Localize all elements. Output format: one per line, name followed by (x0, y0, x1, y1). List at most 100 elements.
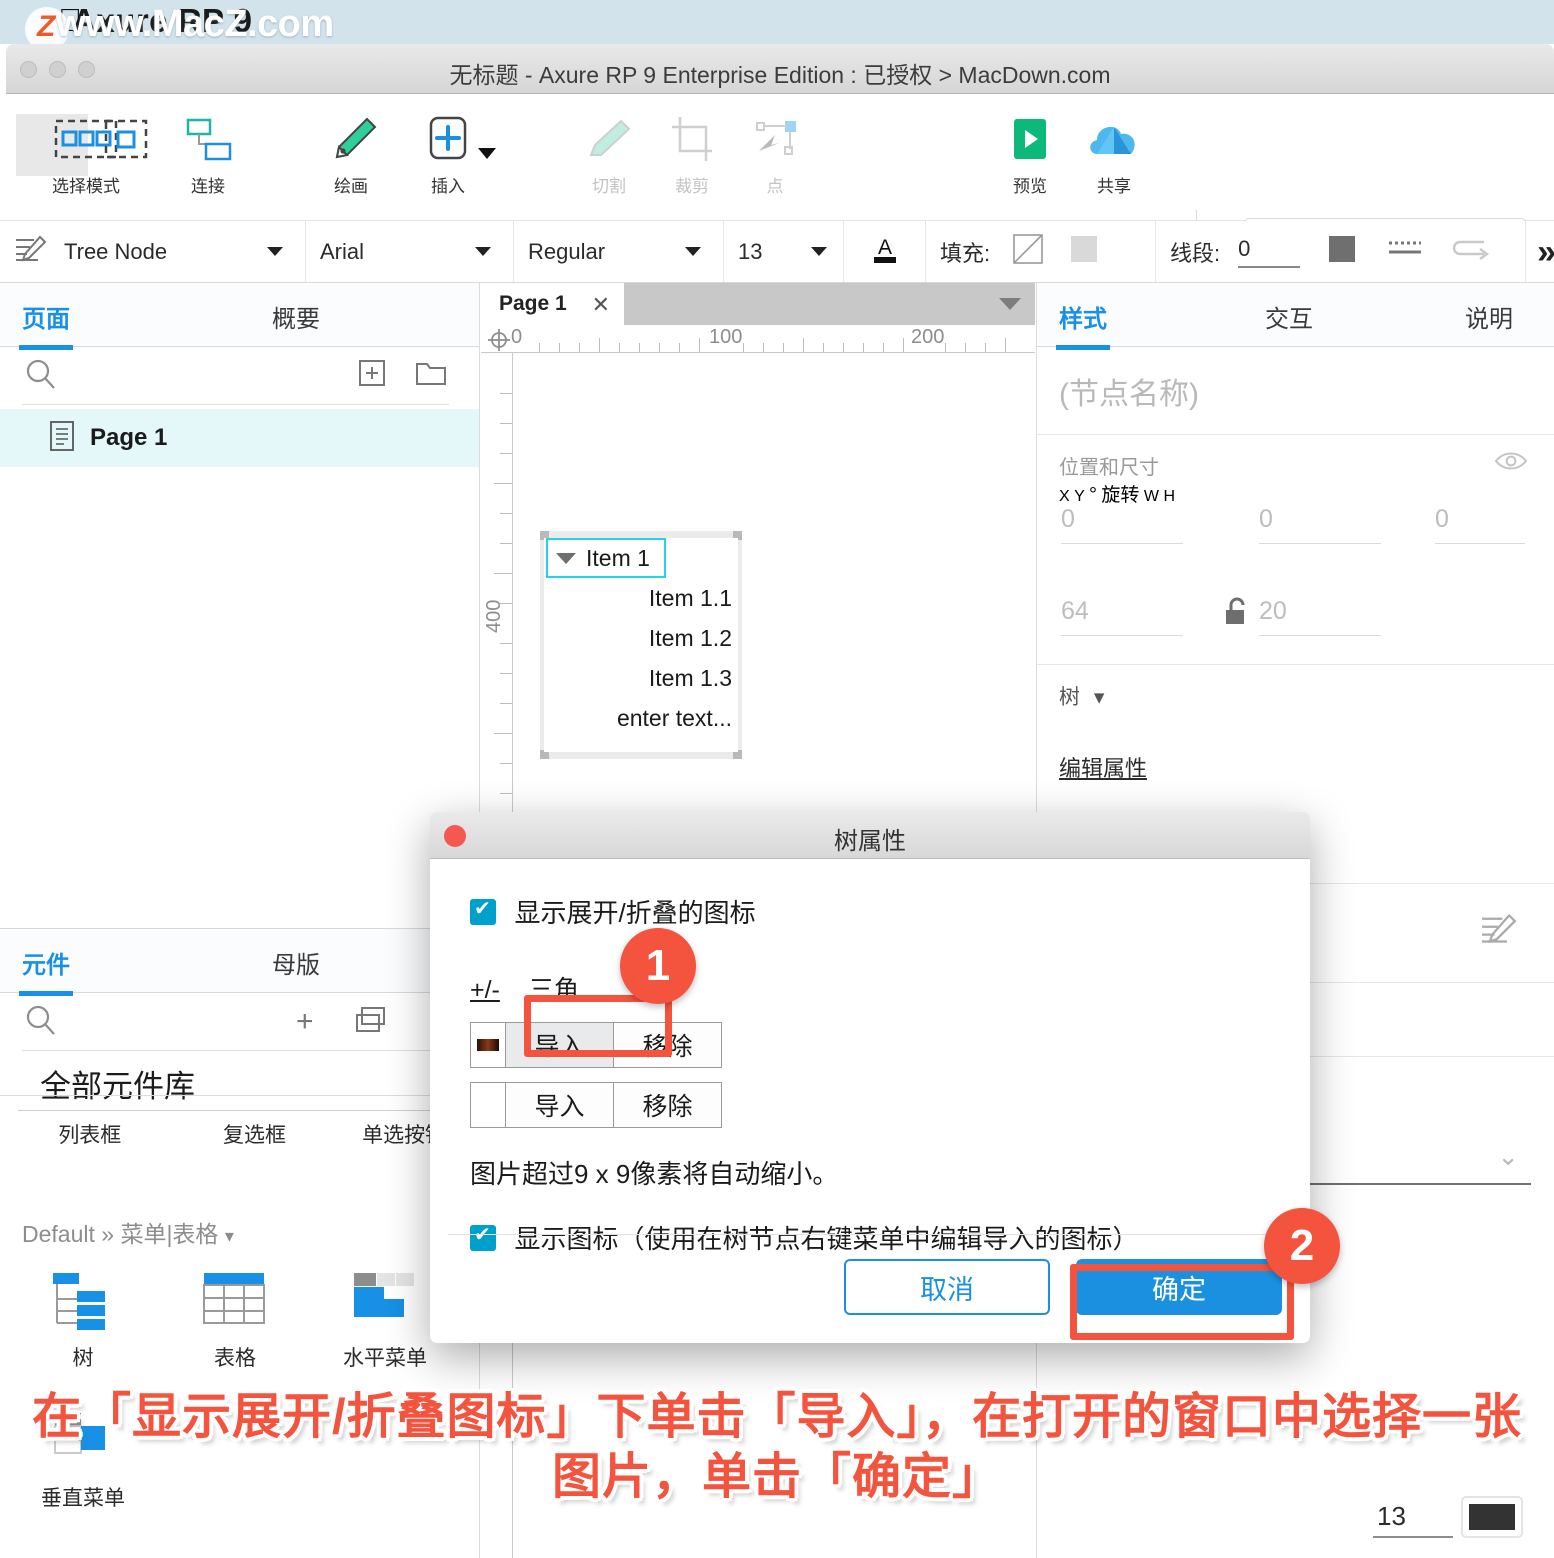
font-family-caret-icon[interactable] (475, 247, 491, 256)
duplicate-icon[interactable] (354, 1005, 388, 1040)
node-name-input[interactable]: (节点名称) (1037, 347, 1554, 435)
line-arrow-icon[interactable] (1450, 236, 1490, 268)
edit-properties-link[interactable]: 编辑属性 (1059, 756, 1147, 781)
toolbar-point-label: 点 (766, 177, 784, 196)
widget-type-select[interactable]: 树 ▾ (1059, 681, 1532, 711)
cancel-button[interactable]: 取消 (844, 1259, 1050, 1315)
add-page-icon[interactable] (356, 357, 388, 394)
tab-pages[interactable]: 页面 (19, 299, 73, 350)
add-library-icon[interactable]: + (296, 1005, 314, 1039)
tree-widget-icon (47, 1273, 119, 1335)
tab-widgets[interactable]: 元件 (19, 945, 73, 996)
canvas-tab-page1[interactable]: Page 1 ✕ (481, 283, 624, 325)
expand-icon-preview-1[interactable] (470, 1022, 506, 1068)
toolbar-share[interactable]: 共享 (1062, 108, 1166, 197)
tree-node-label: Item 1.1 (648, 584, 732, 611)
close-icon[interactable]: ✕ (592, 292, 610, 318)
tab-style[interactable]: 样式 (1056, 299, 1110, 350)
library-title[interactable]: 全部元件库 (18, 1055, 461, 1111)
insert-dropdown-caret-icon[interactable] (478, 148, 496, 159)
tree-node-item13[interactable]: Item 1.3 (544, 658, 738, 698)
line-width-input[interactable]: 0 (1238, 236, 1301, 268)
icon-style-plusminus[interactable]: +/- (470, 976, 500, 1004)
font-size-caret-icon[interactable] (811, 247, 827, 256)
tab-notes[interactable]: 说明 (1465, 299, 1513, 334)
style-edit-icon (14, 234, 48, 270)
remove-button-2[interactable]: 移除 (614, 1082, 722, 1128)
font-weight-caret-icon[interactable] (685, 247, 701, 256)
tree-node-item11[interactable]: Item 1.1 (544, 578, 738, 618)
rotation-value: 0 (1435, 505, 1449, 533)
page-list-item-page1[interactable]: Page 1 (0, 409, 479, 467)
show-expand-collapse-checkbox-row[interactable]: 显示展开/折叠的图标 (470, 893, 1270, 930)
x-field[interactable]: 0 (1061, 505, 1075, 534)
node-name-placeholder: (节点名称) (1059, 377, 1199, 411)
font-color-button[interactable]: A (844, 221, 926, 282)
tree-node-item12[interactable]: Item 1.2 (544, 618, 738, 658)
eye-icon[interactable] (1494, 449, 1528, 478)
toolbar-connect-label-2: 连接 (191, 177, 225, 196)
show-icon-checkbox[interactable] (470, 1222, 496, 1251)
fill-none-swatch[interactable] (1012, 232, 1046, 272)
notes-edit-icon[interactable] (1479, 912, 1519, 951)
tab-interaction[interactable]: 交互 (1265, 299, 1313, 334)
unlock-icon[interactable] (1223, 597, 1249, 632)
line-color-swatch[interactable] (1326, 232, 1360, 272)
chevron-down-icon[interactable]: ▾ (1094, 686, 1105, 709)
toolbar-point[interactable]: 点 (723, 108, 827, 197)
widget-table[interactable]: 表格 (160, 1269, 310, 1372)
format-overflow-icon[interactable]: » (1537, 233, 1554, 272)
fill-group: 填充: (926, 221, 1156, 282)
tree-widget[interactable]: Item 1 Item 1.1 Item 1.2 Item 1.3 enter … (540, 531, 742, 759)
library-breadcrumb[interactable]: Default » 菜单|表格 ▾ (0, 1215, 234, 1249)
toolbar-connect[interactable]: 连接 (156, 108, 260, 197)
ruler-origin-icon[interactable] (487, 328, 510, 351)
collapse-icon-preview-2[interactable] (470, 1082, 506, 1128)
import-row-2: 导入 移除 (470, 1082, 1270, 1128)
show-expand-collapse-checkbox[interactable] (470, 896, 496, 925)
toolbar-pen[interactable]: 绘画 (299, 108, 403, 197)
collapse-triangle-icon[interactable] (556, 552, 576, 564)
search-icon[interactable] (24, 357, 58, 396)
pages-search-input[interactable] (68, 359, 338, 383)
font-family-select[interactable]: Arial (306, 221, 514, 282)
canvas-tab-dropdown-icon[interactable] (999, 298, 1021, 310)
tree-node-item1[interactable]: Item 1 (546, 538, 666, 578)
style-panel-tabs: 样式 交互 说明 (1037, 283, 1554, 350)
style-name-caret-icon[interactable] (267, 247, 283, 256)
page-icon (48, 420, 76, 457)
horizontal-ruler: 0 100 200 (481, 325, 1035, 353)
canvas-tabstrip: Page 1 ✕ (481, 283, 1035, 325)
widget-tree[interactable]: 树 (8, 1269, 158, 1372)
width-field[interactable]: 64 (1061, 597, 1089, 626)
section-chevron-icon[interactable]: ⌄ (1497, 1141, 1519, 1172)
share-cloud-icon (1062, 108, 1166, 170)
size-hint-text: 图片超过9 x 9像素将自动缩小。 (470, 1159, 839, 1189)
search-icon[interactable] (24, 1003, 58, 1042)
import-button-2[interactable]: 导入 (506, 1082, 614, 1128)
widget-table-label: 表格 (214, 1347, 256, 1370)
y-field[interactable]: 0 (1259, 505, 1273, 534)
tree-widget-inner: Item 1 Item 1.1 Item 1.2 Item 1.3 enter … (544, 538, 738, 752)
font-size-select[interactable]: 13 (724, 221, 844, 282)
width-label: W (1143, 488, 1159, 505)
x-label: X (1059, 488, 1070, 505)
font-weight-select[interactable]: Regular (514, 221, 724, 282)
tree-node-placeholder[interactable]: enter text... (544, 698, 738, 738)
tab-masters[interactable]: 母版 (272, 945, 320, 980)
rotation-field[interactable]: 0 (1435, 505, 1449, 534)
format-overflow[interactable]: » (1526, 221, 1554, 282)
line-style-dotted-icon[interactable] (1386, 237, 1424, 267)
add-folder-icon[interactable] (414, 357, 448, 394)
h-ruler-label-100: 100 (709, 326, 743, 348)
window-titlebar: 无标题 - Axure RP 9 Enterprise Edition : 已授… (6, 44, 1554, 94)
show-icon-checkbox-row[interactable]: 显示图标（使用在树节点右键菜单中编辑导入的图标） (470, 1219, 1270, 1256)
width-value: 64 (1061, 597, 1089, 625)
style-name-select[interactable]: Tree Node (0, 221, 306, 282)
tab-outline[interactable]: 概要 (272, 299, 320, 334)
library-search-input[interactable] (68, 1005, 284, 1029)
logo-letter: Z (37, 10, 56, 43)
breadcrumb-caret-icon[interactable]: ▾ (225, 1226, 234, 1246)
height-field[interactable]: 20 (1259, 597, 1287, 626)
fill-color-swatch[interactable] (1068, 232, 1102, 272)
